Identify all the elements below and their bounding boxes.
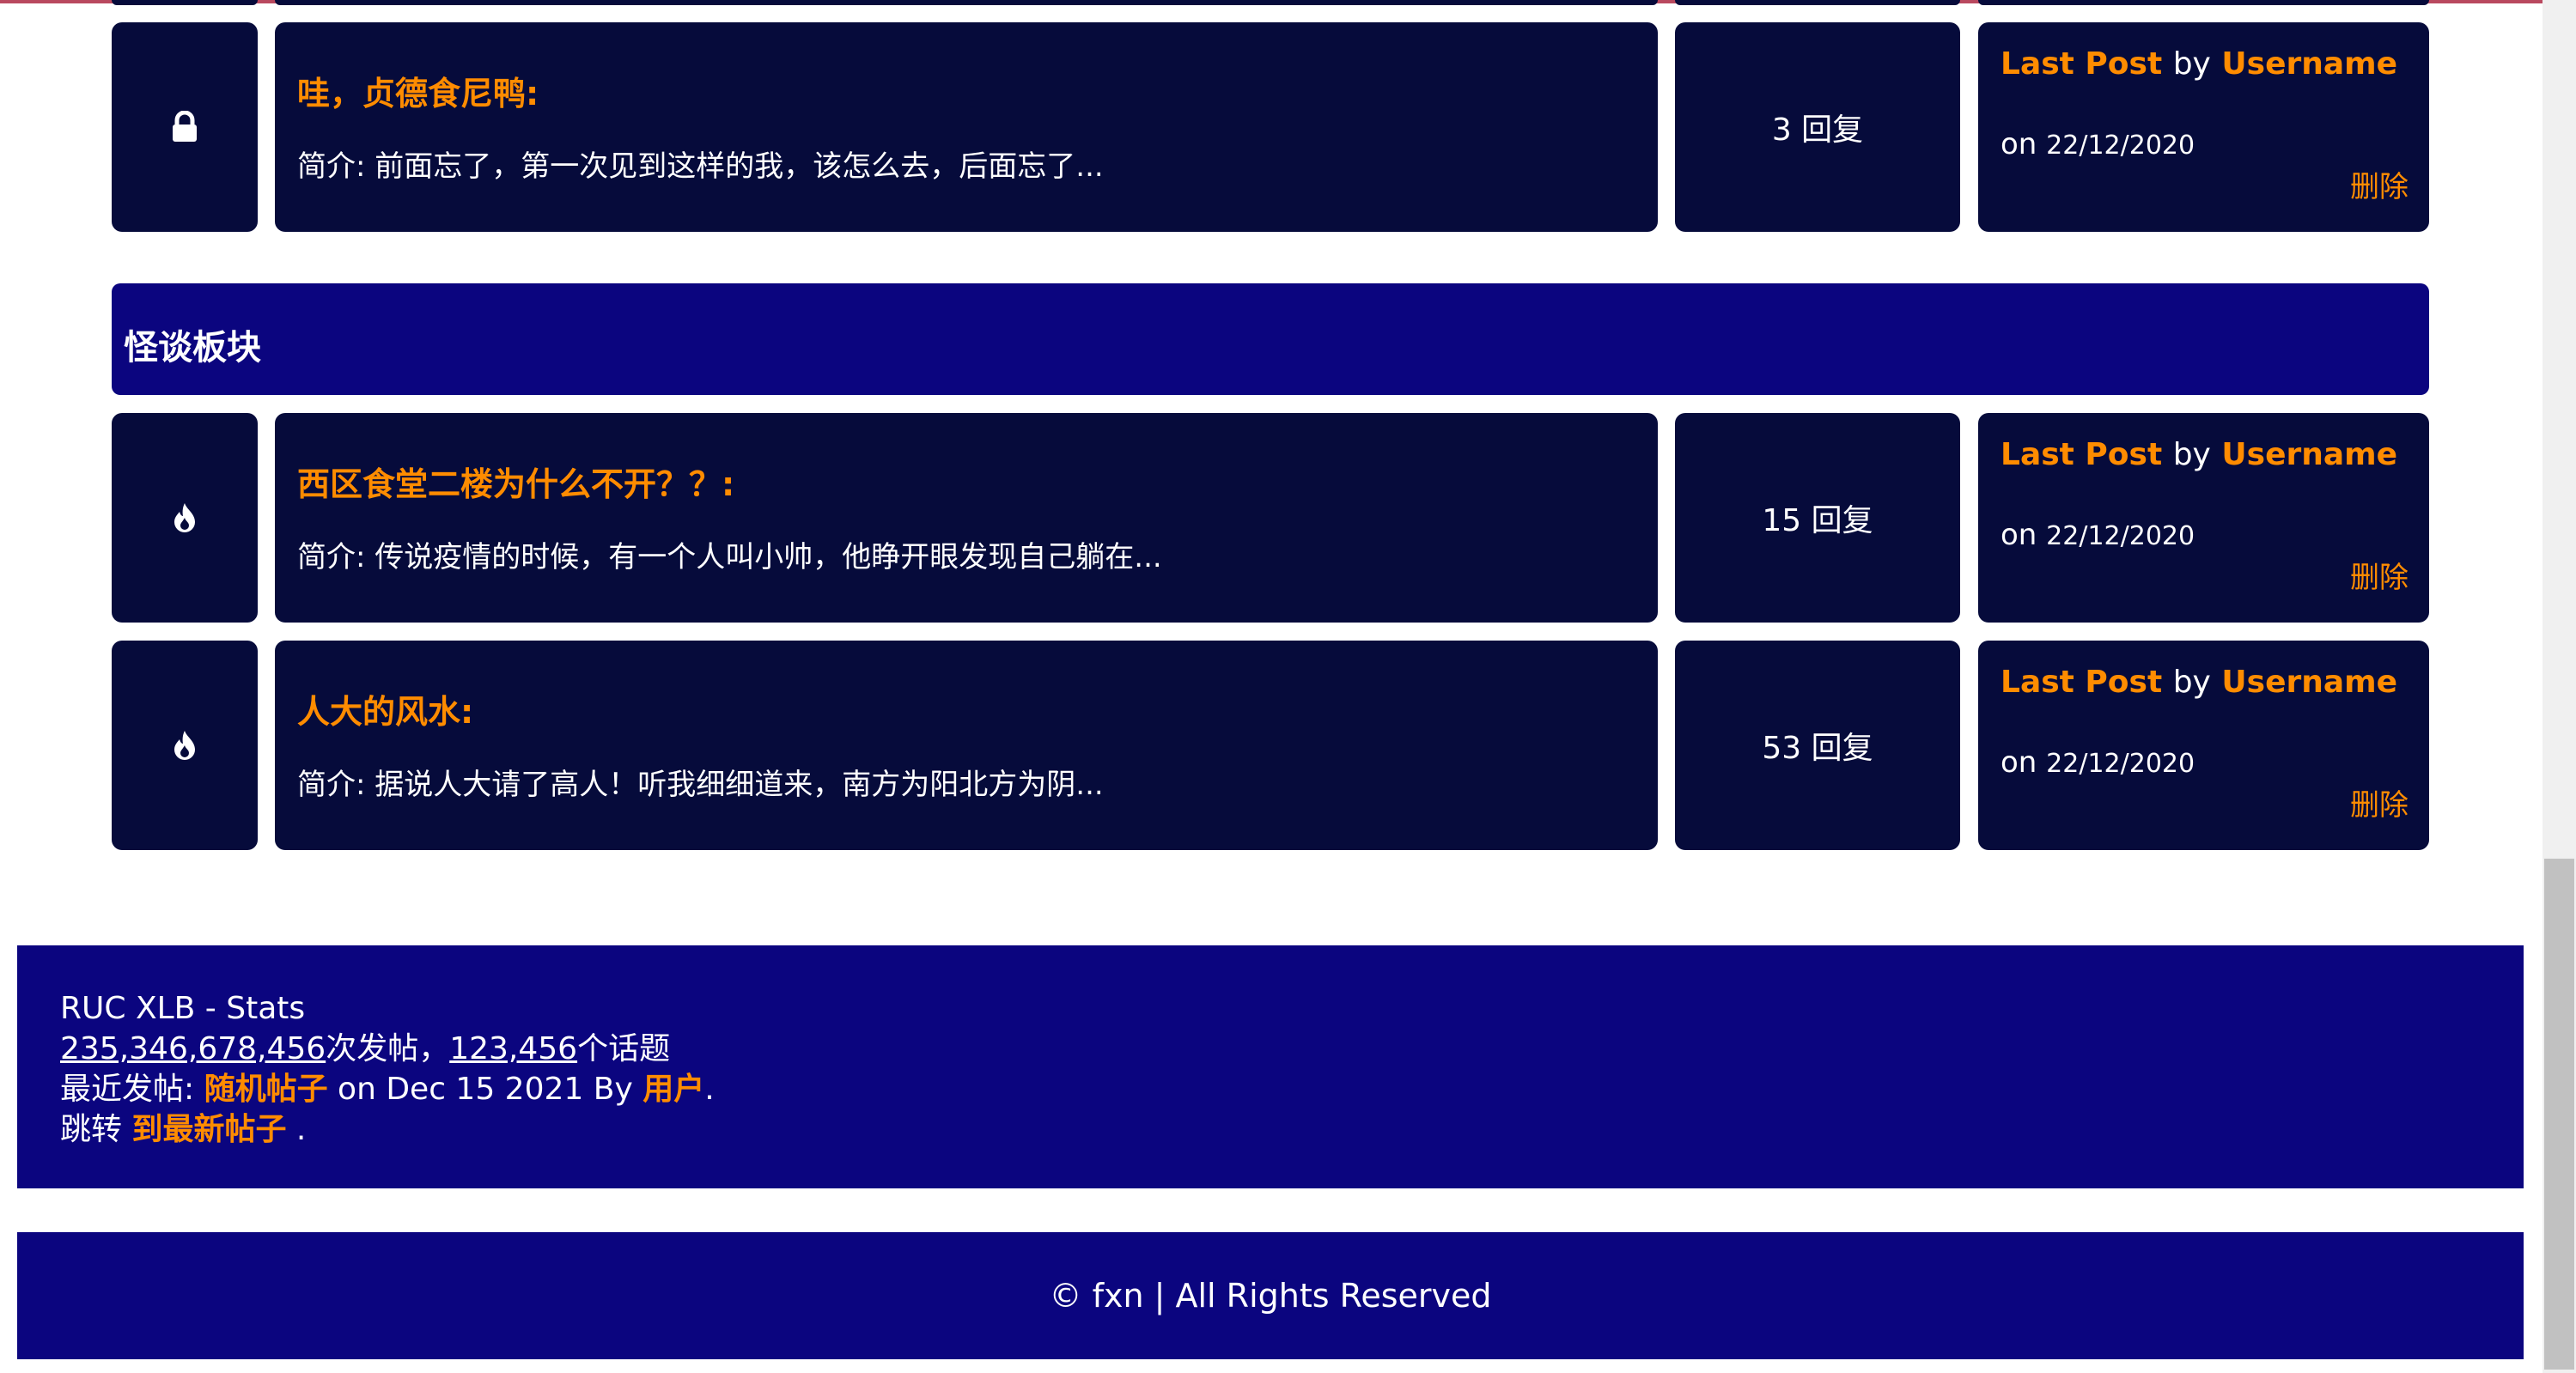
last-post-date: on 22/12/2020: [2001, 127, 2195, 161]
topic-card[interactable]: 西区食堂二楼为什么不开？？: 简介: 传说疫情的时候，有一个人叫小帅，他睁开眼发…: [275, 413, 1658, 623]
flame-icon: [174, 503, 195, 532]
section-header: 怪谈板块: [112, 283, 2429, 395]
stats-heading: RUC XLB - Stats: [60, 991, 306, 1026]
topic-status-cell: [112, 413, 258, 623]
flame-icon: [174, 731, 195, 760]
last-post-line: Last Post by Username: [2001, 437, 2397, 472]
username-link[interactable]: Username: [2221, 46, 2397, 82]
recent-end: .: [704, 1072, 715, 1107]
reply-count: 15 回复: [1675, 413, 1960, 623]
topic-status-cell: [112, 641, 258, 850]
topic-title[interactable]: 人大的风水:: [297, 685, 473, 732]
page: 哇，贞德食尼鸭: 简介: 前面忘了，第一次见到这样的我，该怎么去，后面忘了...…: [0, 0, 2576, 1373]
last-post-line: Last Post by Username: [2001, 665, 2397, 700]
date-text: 22/12/2020: [2046, 131, 2195, 161]
prev-row-replies-stub: [1675, 0, 1960, 5]
topic-card[interactable]: 人大的风水: 简介: 据说人大请了高人！听我细细道来，南方为阳北方为阴...: [275, 641, 1658, 850]
last-post-card: Last Post by Username on 22/12/2020 删除: [1978, 641, 2429, 850]
topic-title[interactable]: 哇，贞德食尼鸭:: [297, 67, 539, 114]
last-post-line: Last Post by Username: [2001, 46, 2397, 82]
posts-count-link[interactable]: 235,346,678,456: [60, 1031, 326, 1066]
by-label: by: [2172, 437, 2211, 472]
recent-on: on Dec 15 2021 By: [327, 1072, 643, 1107]
section-title: 怪谈板块: [124, 328, 261, 368]
jump-latest-link[interactable]: 到最新帖子: [131, 1112, 286, 1147]
topics-suffix: 个话题: [577, 1031, 671, 1066]
topic-status-cell: [112, 22, 258, 232]
jump-end: .: [286, 1112, 307, 1147]
topics-count-link[interactable]: 123,456: [449, 1031, 577, 1066]
stats-panel: RUC XLB - Stats 235,346,678,456次发帖，123,4…: [17, 945, 2524, 1188]
jump-line: 跳转 到最新帖子 .: [60, 1109, 2524, 1150]
prev-row-icon-stub: [112, 0, 258, 5]
footer: © fxn | All Rights Reserved: [17, 1232, 2524, 1359]
last-post-label[interactable]: Last Post: [2001, 437, 2162, 472]
topic-title[interactable]: 西区食堂二楼为什么不开？？:: [297, 458, 734, 505]
delete-button[interactable]: 删除: [2350, 781, 2409, 823]
last-post-card: Last Post by Username on 22/12/2020 删除: [1978, 22, 2429, 232]
topic-excerpt: 简介: 前面忘了，第一次见到这样的我，该怎么去，后面忘了...: [297, 149, 1104, 184]
on-label: on: [2001, 518, 2037, 552]
delete-button[interactable]: 删除: [2350, 554, 2409, 596]
copyright-text: © fxn | All Rights Reserved: [1049, 1277, 1492, 1315]
posts-suffix: 次发帖，: [326, 1031, 450, 1066]
prev-row-topic-stub: [275, 0, 1658, 5]
reply-count: 3 回复: [1675, 22, 1960, 232]
prev-row-lastpost-stub: [1978, 0, 2429, 5]
recent-post-line: 最近发帖: 随机帖子 on Dec 15 2021 By 用户.: [60, 1069, 2524, 1109]
last-post-card: Last Post by Username on 22/12/2020 删除: [1978, 413, 2429, 623]
topic-card[interactable]: 哇，贞德食尼鸭: 简介: 前面忘了，第一次见到这样的我，该怎么去，后面忘了...: [275, 22, 1658, 232]
by-label: by: [2172, 665, 2211, 700]
username-link[interactable]: Username: [2221, 437, 2397, 472]
last-post-label[interactable]: Last Post: [2001, 46, 2162, 82]
on-label: on: [2001, 127, 2037, 161]
date-text: 22/12/2020: [2046, 521, 2195, 551]
recent-post-link[interactable]: 随机帖子: [204, 1072, 328, 1107]
lock-icon: [173, 111, 197, 142]
topic-excerpt: 简介: 传说疫情的时候，有一个人叫小帅，他睁开眼发现自己躺在...: [297, 540, 1162, 574]
last-post-label[interactable]: Last Post: [2001, 665, 2162, 700]
by-label: by: [2172, 46, 2211, 82]
recent-user-link[interactable]: 用户: [642, 1072, 704, 1107]
date-text: 22/12/2020: [2046, 749, 2195, 779]
username-link[interactable]: Username: [2221, 665, 2397, 700]
reply-count: 53 回复: [1675, 641, 1960, 850]
on-label: on: [2001, 745, 2037, 780]
last-post-date: on 22/12/2020: [2001, 745, 2195, 780]
stats-counts: 235,346,678,456次发帖，123,456个话题: [60, 1029, 2524, 1069]
delete-button[interactable]: 删除: [2350, 163, 2409, 205]
recent-label: 最近发帖:: [60, 1072, 204, 1107]
scrollbar-thumb[interactable]: [2544, 859, 2574, 1370]
last-post-date: on 22/12/2020: [2001, 518, 2195, 552]
jump-label: 跳转: [60, 1112, 132, 1147]
topic-excerpt: 简介: 据说人大请了高人！听我细细道来，南方为阳北方为阴...: [297, 768, 1104, 802]
